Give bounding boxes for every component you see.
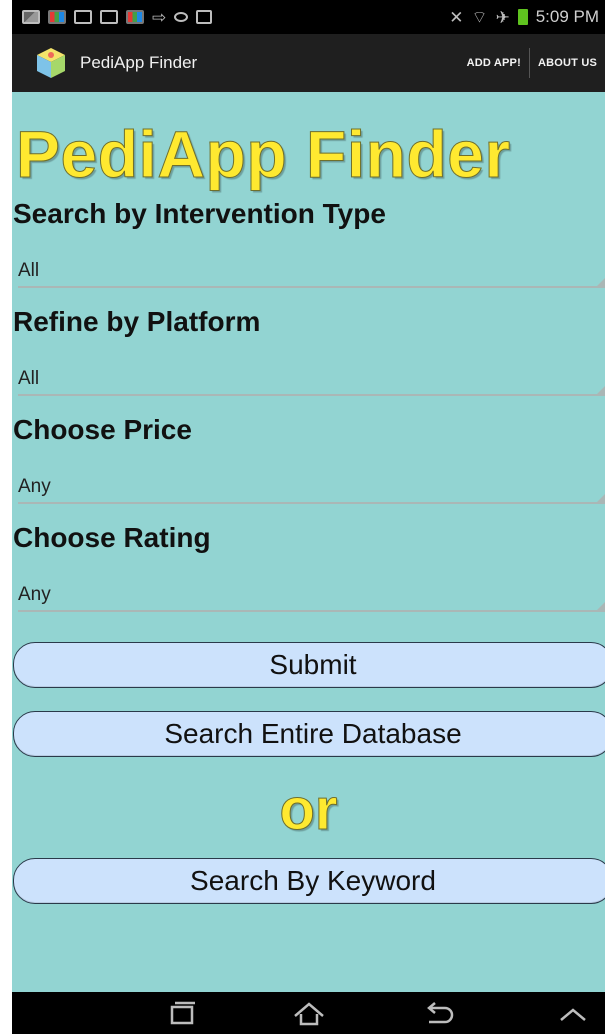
submit-button[interactable]: Submit	[13, 642, 605, 688]
chevron-up-icon[interactable]	[548, 998, 598, 1030]
or-separator: or	[279, 777, 338, 843]
home-icon[interactable]	[284, 998, 334, 1030]
about-us-button[interactable]: ABOUT US	[530, 48, 605, 78]
status-right: ✕ ⌔ ✈ 5:09 PM	[449, 7, 599, 27]
gmail-icon	[100, 10, 118, 24]
device-screen: ⇨ ✕ ⌔ ✈ 5:09 PM PediApp Finder ADD APP! …	[12, 0, 605, 1034]
gallery-icon	[22, 10, 40, 24]
sync-icon	[174, 12, 189, 22]
wifi-icon: ⌔	[471, 7, 488, 27]
rating-value: Any	[18, 584, 51, 605]
photo-app-icon	[126, 10, 144, 24]
intervention-type-spinner[interactable]: All	[18, 254, 605, 288]
add-app-button[interactable]: ADD APP!	[459, 48, 529, 78]
search-entire-database-button[interactable]: Search Entire Database	[13, 711, 605, 757]
intervention-type-value: All	[18, 260, 40, 281]
spinner-arrow-icon	[597, 384, 605, 394]
main-content: PediApp Finder Search by Intervention Ty…	[12, 92, 605, 992]
spinner-arrow-icon	[597, 276, 605, 286]
hero-title: PediApp Finder	[16, 117, 511, 192]
transfer-icon: ⇨	[152, 7, 167, 27]
intervention-type-label: Search by Intervention Type	[13, 198, 386, 229]
navigation-bar	[12, 992, 605, 1034]
mute-icon: ✕	[449, 7, 464, 27]
bag-icon	[196, 10, 213, 24]
recent-apps-icon[interactable]	[157, 998, 207, 1030]
status-time: 5:09 PM	[535, 7, 599, 26]
back-icon[interactable]	[414, 998, 464, 1030]
rating-label: Choose Rating	[13, 522, 211, 553]
email-icon	[74, 10, 92, 24]
rating-spinner[interactable]: Any	[18, 578, 605, 612]
app-logo-icon[interactable]	[34, 46, 68, 80]
search-by-keyword-button[interactable]: Search By Keyword	[13, 858, 605, 904]
spinner-arrow-icon	[597, 600, 605, 610]
price-label: Choose Price	[13, 414, 192, 445]
price-spinner[interactable]: Any	[18, 470, 605, 504]
photo-app-icon	[48, 10, 66, 24]
price-value: Any	[18, 476, 51, 497]
action-bar: PediApp Finder ADD APP! ABOUT US	[12, 34, 605, 92]
platform-spinner[interactable]: All	[18, 362, 605, 396]
platform-label: Refine by Platform	[13, 306, 261, 337]
spinner-arrow-icon	[597, 492, 605, 502]
airplane-icon: ✈	[495, 7, 510, 27]
app-title: PediApp Finder	[80, 53, 198, 72]
battery-icon	[517, 9, 528, 25]
platform-value: All	[18, 368, 40, 389]
status-bar: ⇨ ✕ ⌔ ✈ 5:09 PM	[12, 0, 605, 34]
status-left: ⇨	[22, 7, 213, 27]
